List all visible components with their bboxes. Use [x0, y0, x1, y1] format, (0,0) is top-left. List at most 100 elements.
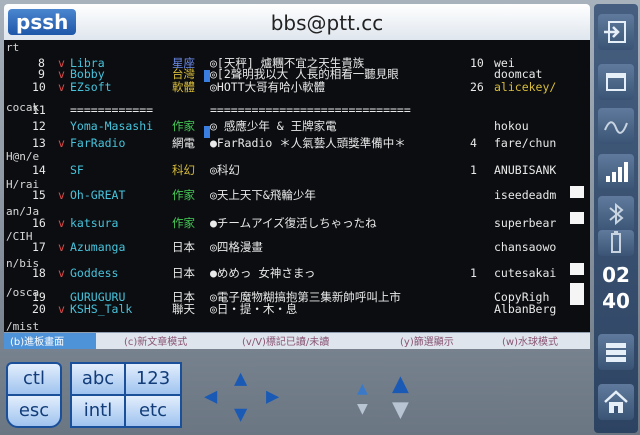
board-moderator: doomcat — [494, 67, 543, 81]
arrow-down-icon[interactable]: ▼ — [234, 404, 247, 426]
menu-new-article-mode[interactable]: (c)新文章模式 — [118, 333, 193, 349]
board-moderator: hokou — [494, 119, 529, 133]
board-name: FarRadio — [70, 136, 126, 150]
board-description: ●FarRadio ＊人氣藝人頭獎準備中＊ — [210, 136, 406, 150]
number-key[interactable]: 123 — [124, 362, 182, 396]
unread-mark: v — [58, 67, 65, 81]
selection-marker — [204, 126, 210, 138]
menu-filter[interactable]: (y)篩選顯示 — [394, 333, 460, 349]
arrow-left-icon[interactable]: ◀ — [204, 386, 217, 408]
board-description: ●めめっ 女神さまっ — [210, 266, 316, 280]
board-number: 10 — [32, 80, 46, 94]
board-count: 10 — [470, 56, 484, 70]
board-category: 聯天 — [172, 302, 195, 316]
board-category: 日本 — [172, 240, 195, 254]
board-description: ◎四格漫畫 — [210, 240, 263, 254]
title-bar: pssh bbs@ptt.cc — [4, 4, 590, 40]
board-moderator: fare/chun — [494, 136, 557, 150]
board-category: 日本 — [172, 266, 195, 280]
board-category: 作家 — [172, 188, 195, 202]
abc-key[interactable]: abc — [70, 362, 126, 396]
board-number: 16 — [32, 216, 46, 230]
esc-key[interactable]: esc — [6, 394, 62, 428]
etc-key[interactable]: etc — [124, 394, 182, 428]
cursor-block — [570, 186, 584, 198]
page-down-small-icon[interactable]: ▼ — [357, 398, 368, 420]
board-number: 20 — [32, 302, 46, 316]
board-number: 13 — [32, 136, 46, 150]
board-description: ◎天上天下&飛輪少年 — [210, 188, 316, 202]
menu-mark-read[interactable]: (v/V)標記已讀/未讀 — [236, 333, 335, 349]
board-category: 網電 — [172, 136, 195, 150]
page-up-icon[interactable]: ▲ — [392, 369, 409, 397]
board-description: ●チームアイズ復活しちゃったね — [210, 216, 377, 230]
board-count: 4 — [470, 136, 477, 150]
board-category: 台灣 — [172, 67, 195, 81]
unread-mark: v — [58, 188, 65, 202]
side-label: rt — [6, 41, 20, 54]
unread-mark: v — [58, 80, 65, 94]
board-count: 1 — [470, 163, 477, 177]
menu-water-ball[interactable]: (w)水球模式 — [496, 333, 564, 349]
board-name: ============ — [70, 103, 154, 117]
board-description: ◎HOTT大哥有哈小軟體 — [210, 80, 326, 94]
board-number: 18 — [32, 266, 46, 280]
device-frame: pssh bbs@ptt.cc rt cocak H@n/e H/rai an/… — [0, 0, 640, 435]
board-number: 14 — [32, 163, 46, 177]
board-moderator: AlbanBerg — [494, 302, 557, 316]
cursor-block — [570, 212, 584, 224]
board-moderator: superbear — [494, 216, 557, 230]
board-count: 26 — [470, 80, 484, 94]
board-number: 15 — [32, 188, 46, 202]
board-moderator: chansaowo — [494, 240, 557, 254]
bluetooth-icon — [598, 196, 634, 232]
page-down-icon[interactable]: ▼ — [392, 395, 409, 423]
window-icon[interactable] — [598, 64, 634, 100]
logout-icon[interactable] — [598, 14, 634, 50]
unread-mark: v — [58, 136, 65, 150]
board-description: ============================= — [210, 103, 411, 117]
board-number: 9 — [38, 67, 45, 81]
board-name: EZsoft — [70, 80, 112, 94]
unread-mark: v — [58, 302, 65, 316]
terminal-screen[interactable]: rt cocak H@n/e H/rai an/Ja /CIH n/bis /o… — [4, 40, 590, 332]
selection-marker — [204, 70, 210, 82]
home-icon[interactable] — [598, 384, 634, 420]
intl-key[interactable]: intl — [70, 394, 126, 428]
arrow-right-icon[interactable]: ▶ — [266, 386, 279, 408]
right-toolbar: 02 40 — [594, 4, 638, 433]
board-name: Azumanga — [70, 240, 126, 254]
board-name: Goddess — [70, 266, 119, 280]
board-number: 11 — [32, 103, 46, 117]
unread-mark: v — [58, 266, 65, 280]
board-moderator: iseedeadm — [494, 188, 557, 202]
board-description: ◎日・提・木・息 — [210, 302, 298, 316]
clock-hour: 02 — [602, 263, 630, 287]
signal-icon — [598, 154, 634, 190]
board-name: SF — [70, 163, 84, 177]
side-label: H@n/e — [6, 150, 40, 163]
clock-minute: 40 — [602, 289, 630, 313]
keyboard-icon[interactable] — [598, 334, 634, 370]
arrow-up-icon[interactable]: ▲ — [234, 368, 247, 390]
cursor-block — [570, 293, 584, 305]
board-name: KSHS_Talk — [70, 302, 133, 316]
board-description: ◎ 感應少年 & 王牌家電 — [210, 119, 337, 133]
side-label: /mist — [6, 320, 40, 333]
ctl-key[interactable]: ctl — [6, 362, 62, 396]
menu-board-view[interactable]: (b)進板畫面 — [4, 333, 96, 349]
soft-keypad: ctl esc abc 123 intl etc ▲ ▼ ◀ ▶ ▲ ▼ ▲ ▼ — [0, 356, 596, 435]
board-description: ◎[2聲明我以大 人長的相看一聽見眼 — [210, 67, 399, 81]
board-moderator: cutesakai — [494, 266, 557, 280]
command-menu-bar: (b)進板畫面 (c)新文章模式 (v/V)標記已讀/未讀 (y)篩選顯示 (w… — [4, 332, 590, 349]
page-up-small-icon[interactable]: ▲ — [357, 378, 368, 400]
wave-icon[interactable] — [598, 108, 634, 144]
board-description: ◎科幻 — [210, 163, 240, 177]
board-moderator: ANUBISANK — [494, 163, 557, 177]
side-label: /CIH — [6, 230, 33, 243]
cursor-block — [570, 263, 584, 275]
board-category: 作家 — [172, 119, 195, 133]
board-name: katsura — [70, 216, 119, 230]
unread-mark: v — [58, 240, 65, 254]
board-category: 科幻 — [172, 163, 195, 177]
